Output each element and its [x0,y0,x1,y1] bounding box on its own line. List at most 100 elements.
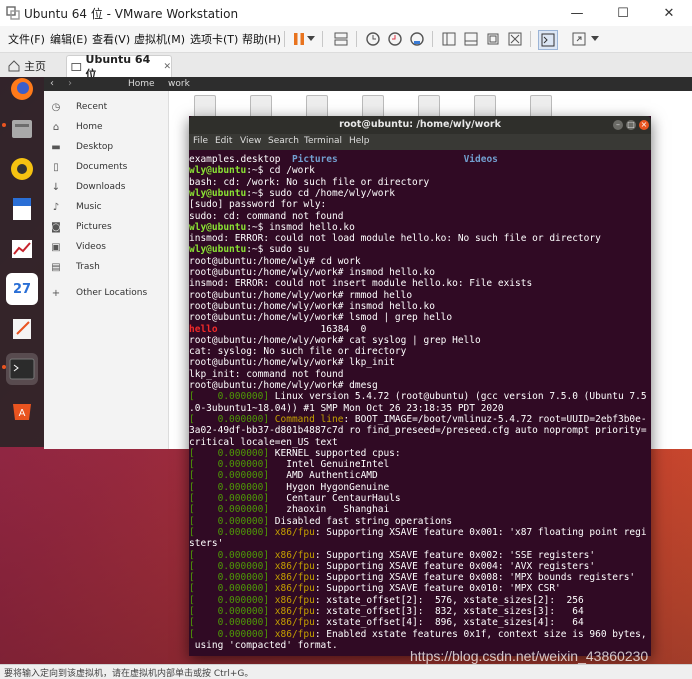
toolbar-separator [284,31,285,47]
tab-home[interactable]: 主页 [4,55,62,77]
sidebar-item-music[interactable]: ♪ Music [50,201,102,213]
sidebar-icon [442,32,456,46]
terminal-menu-help[interactable]: Help [349,136,370,146]
software-launcher[interactable]: A [6,393,38,425]
writer-icon [13,198,31,220]
terminal-text-segment: : Supporting XSAVE feature 0x002: 'SSE r… [314,549,596,561]
terminal-text-segment: x86/fpu [274,628,315,640]
send-ctrl-alt-del-button[interactable] [332,30,350,48]
toolbar-separator [432,31,433,47]
rhythmbox-launcher[interactable] [6,153,38,185]
sidebar-item-desktop[interactable]: ▬ Desktop [50,141,113,153]
menu-tabs[interactable]: 选项卡(T) [190,31,238,47]
sidebar-item-videos[interactable]: ▣ Videos [50,241,106,253]
calendar-launcher[interactable]: 27 [6,273,38,305]
sidebar-item-documents[interactable]: ▯ Documents [50,161,127,173]
sidebar-item-trash[interactable]: ▤ Trash [50,261,100,273]
terminal-menu-terminal[interactable]: Terminal [304,136,342,146]
sidebar-item-home[interactable]: ⌂ Home [50,121,103,133]
download-icon: ↓ [51,181,61,193]
terminal-text-segment: hello [189,323,218,335]
menu-edit[interactable]: 编辑(E) [50,31,88,47]
terminal-line: [ 0.000000] Disabled fast string operati… [189,516,452,527]
video-icon: ▣ [51,241,61,253]
console-icon [541,33,555,47]
thumbnail-icon [464,32,478,46]
terminal-text-segment: Disabled fast string operations [274,515,453,527]
terminal-text-segment: root@ubuntu:/home/wly/work# lkp_init [189,357,395,369]
stretch-button[interactable] [570,30,588,48]
terminal-launcher[interactable] [6,353,38,385]
terminal-menu-file[interactable]: File [193,136,208,146]
impress-launcher[interactable] [6,233,38,265]
terminal-text-segment: bash: cd: /work: No such file or directo… [189,176,430,188]
files-launcher[interactable] [6,113,38,145]
terminal-text-segment: [ 0.000000] [189,515,275,527]
thumbnail-bar-button[interactable] [462,30,480,48]
revert-snapshot-button[interactable] [386,30,404,48]
maximize-button[interactable]: ☐ [600,0,646,26]
svg-text:A: A [19,408,26,419]
window-title: Ubuntu 64 位 - VMware Workstation [24,7,239,21]
terminal-window[interactable]: root@ubuntu: /home/wly/work – □ × File E… [189,116,651,656]
terminal-line: sudo: cd: command not found [189,211,343,222]
minimize-button[interactable]: — [554,0,600,26]
terminal-text-segment: [ 0.000000] [189,549,275,561]
ubuntu-dock: 27 A [0,77,44,447]
sidebar-item-recent[interactable]: ◷ Recent [50,101,107,113]
sidebar-item-other-locations[interactable]: + Other Locations [50,287,147,299]
text-editor-launcher[interactable] [6,313,38,345]
pause-dropdown-button[interactable] [306,30,316,48]
menu-file[interactable]: 文件(F) [8,31,45,47]
unity-button[interactable] [506,30,524,48]
guest-screen[interactable]: ‹ › Home work ◷ Recent ⌂ Home ▬ Desktop ▯ Do… [0,77,692,664]
maximize-icon[interactable]: □ [626,120,636,130]
menu-view[interactable]: 查看(V) [92,31,130,47]
fullscreen-icon [487,33,499,45]
chevron-down-icon [591,36,599,41]
terminal-menu-view[interactable]: View [240,136,261,146]
terminal-text-segment: : Supporting XSAVE feature 0x004: 'AVX r… [314,560,596,572]
terminal-text-segment: [ 0.000000] [189,413,275,425]
sidebar-item-downloads[interactable]: ↓ Downloads [50,181,126,193]
firefox-launcher[interactable] [6,77,38,105]
forward-icon[interactable]: › [68,78,72,89]
terminal-line: using 'compacted' format. [189,640,338,651]
console-view-button[interactable] [538,30,558,50]
terminal-text-segment: : Supporting XSAVE feature 0x010: 'MPX C… [314,583,561,595]
terminal-menu-search[interactable]: Search [268,136,299,146]
terminal-text-segment: wly@ubuntu [189,187,247,199]
back-icon[interactable]: ‹ [50,78,54,89]
tab-close-icon[interactable]: ✕ [163,62,171,72]
terminal-titlebar[interactable]: root@ubuntu: /home/wly/work – □ × [189,116,651,134]
terminal-text-segment: :~$ cd /work [246,165,315,177]
terminal-text-segment: zhaoxin Shanghai [286,504,390,516]
stretch-dropdown-button[interactable] [590,30,600,48]
menu-vm[interactable]: 虚拟机(M) [134,31,185,47]
snapshot-button[interactable] [364,30,382,48]
terminal-text-segment: wly@ubuntu [189,221,247,233]
show-library-button[interactable] [440,30,458,48]
writer-launcher[interactable] [6,193,38,225]
status-text: 要将输入定向到该虚拟机，请在虚拟机内部单击或按 Ctrl+G。 [4,669,254,679]
terminal-output[interactable]: examples.desktop Pictures Videos wly@ubun… [189,150,651,656]
chevron-down-icon [307,36,315,41]
terminal-text-segment: [ 0.000000] [189,493,287,504]
menu-help[interactable]: 帮助(H) [242,31,281,47]
breadcrumb-work[interactable]: work [168,79,190,89]
tab-ubuntu-vm[interactable]: Ubuntu 64 位 ✕ [66,53,172,81]
close-button[interactable]: ✕ [646,0,692,26]
sidebar-item-label: Videos [76,242,106,252]
menu-bar: 文件(F) 编辑(E) 查看(V) 虚拟机(M) 选项卡(T) 帮助(H) [0,26,692,53]
minimize-icon[interactable]: – [613,120,623,130]
snapshot-manager-button[interactable] [408,30,426,48]
sidebar-item-pictures[interactable]: ◙ Pictures [50,221,112,233]
terminal-menu-edit[interactable]: Edit [215,136,232,146]
terminal-line: [ 0.000000] x86/fpu: xstate_offset[4]: 8… [189,617,584,628]
close-icon[interactable]: × [639,120,649,130]
terminal-line: root@ubuntu:/home/wly/work# insmod hello… [189,301,435,312]
breadcrumb-home[interactable]: Home [128,79,155,89]
vm-tab-bar: 主页 Ubuntu 64 位 ✕ [0,53,692,81]
full-screen-button[interactable] [484,30,502,48]
terminal-line: hello 16384 0 [189,324,366,335]
